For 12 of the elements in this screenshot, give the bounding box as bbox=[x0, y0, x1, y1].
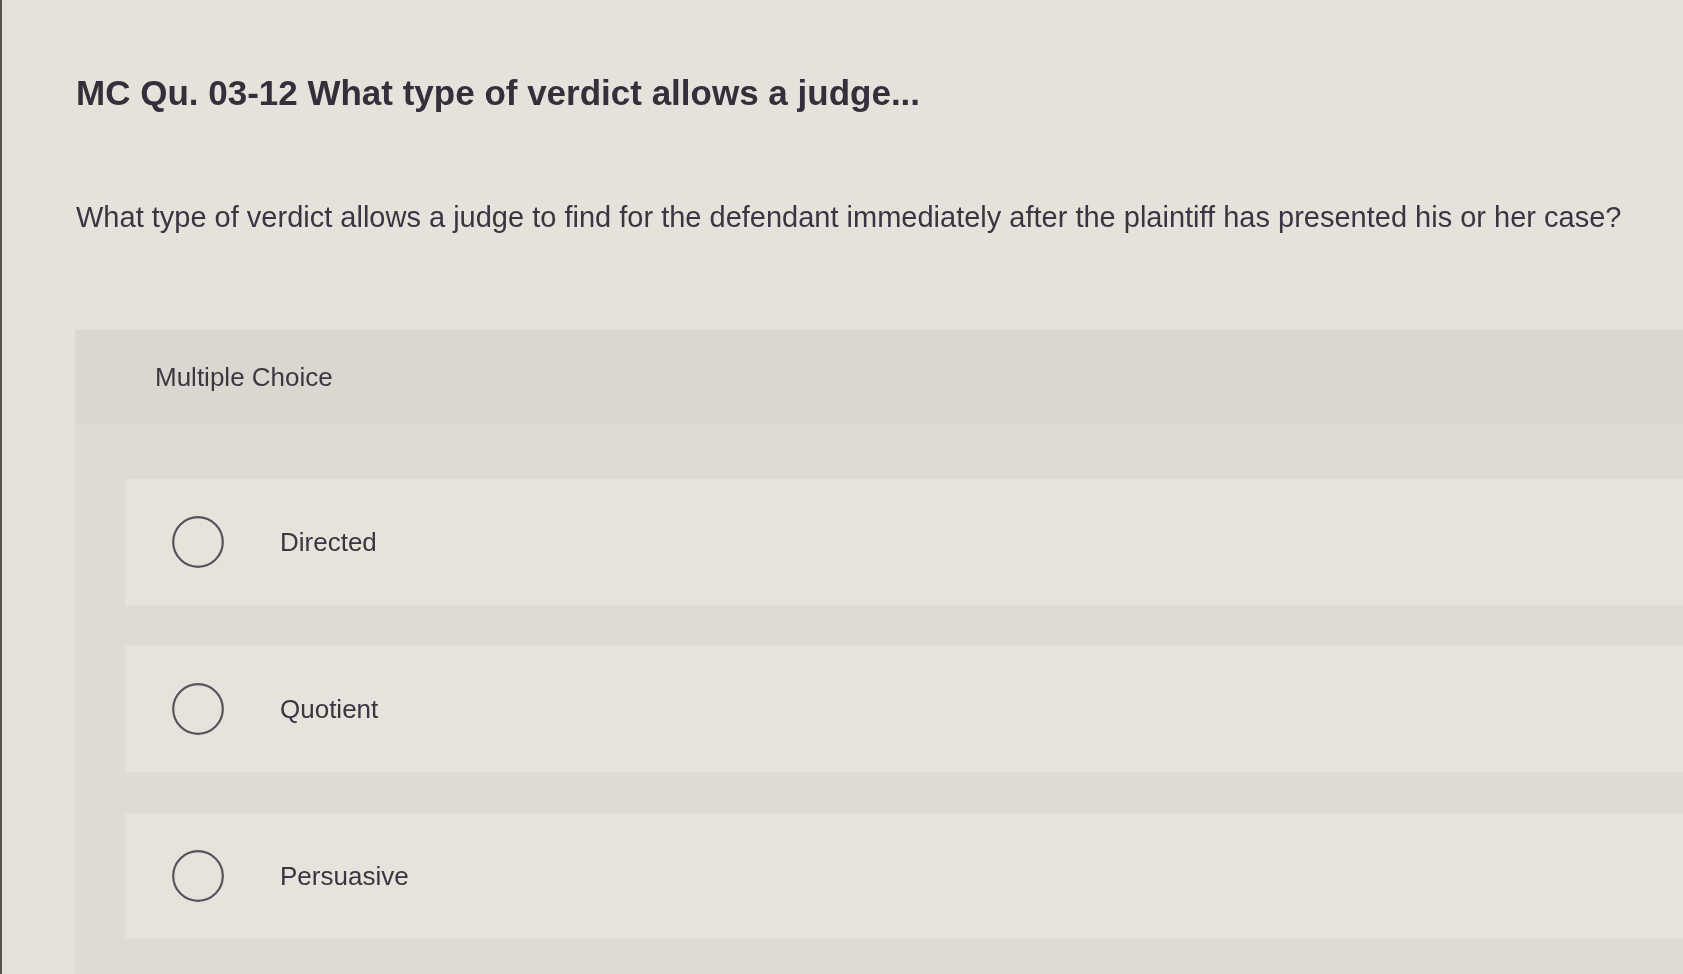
choice-card[interactable]: Directed bbox=[125, 479, 1683, 605]
question-title: MC Qu. 03-12 What type of verdict allows a judge... bbox=[76, 72, 921, 114]
choice-label: Quotient bbox=[280, 693, 379, 725]
choice-label: Directed bbox=[280, 526, 377, 558]
radio-button[interactable] bbox=[172, 516, 224, 568]
radio-button[interactable] bbox=[172, 683, 224, 735]
question-text: What type of verdict allows a judge to find for the defendant immediately after the plaintiff has presented his or her case? bbox=[76, 200, 1622, 235]
radio-button[interactable] bbox=[172, 850, 224, 902]
choice-card[interactable]: Quotient bbox=[125, 646, 1683, 772]
choice-card[interactable]: Persuasive bbox=[125, 813, 1683, 939]
choice-heading: Multiple Choice bbox=[155, 362, 333, 393]
choice-label: Persuasive bbox=[280, 860, 409, 892]
